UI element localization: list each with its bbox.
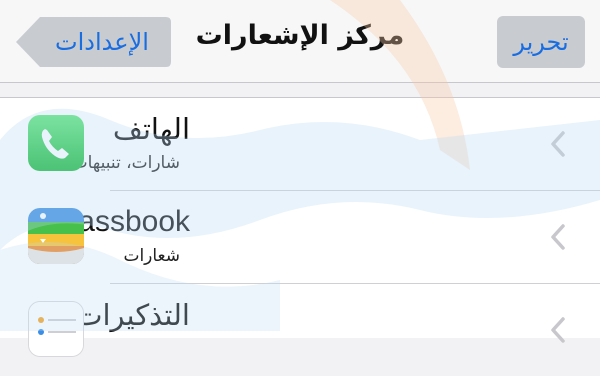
chevron-left-icon [551, 131, 565, 157]
back-button-label: الإعدادات [55, 28, 149, 56]
list-item-reminders[interactable]: التذكيرات [0, 284, 600, 376]
notification-apps-list: الهاتف شارات، تنبيهات Passbook شعارات ال… [0, 97, 600, 357]
navigation-bar: تحرير مركز الإشعارات الإعدادات [0, 0, 600, 83]
passbook-icon [28, 208, 84, 264]
reminders-icon [28, 301, 84, 357]
chevron-left-icon [551, 317, 565, 343]
back-button[interactable]: الإعدادات [14, 16, 172, 68]
list-item-passbook[interactable]: Passbook شعارات [0, 191, 600, 283]
list-item-label: الهاتف [112, 112, 190, 146]
phone-icon [28, 115, 84, 171]
list-item-subtitle: شارات، تنبيهات [71, 153, 180, 173]
chevron-left-icon [551, 224, 565, 250]
list-item-subtitle: شعارات [123, 246, 180, 266]
list-item-phone[interactable]: الهاتف شارات، تنبيهات [0, 98, 600, 190]
list-item-label: التذكيرات [75, 298, 190, 332]
